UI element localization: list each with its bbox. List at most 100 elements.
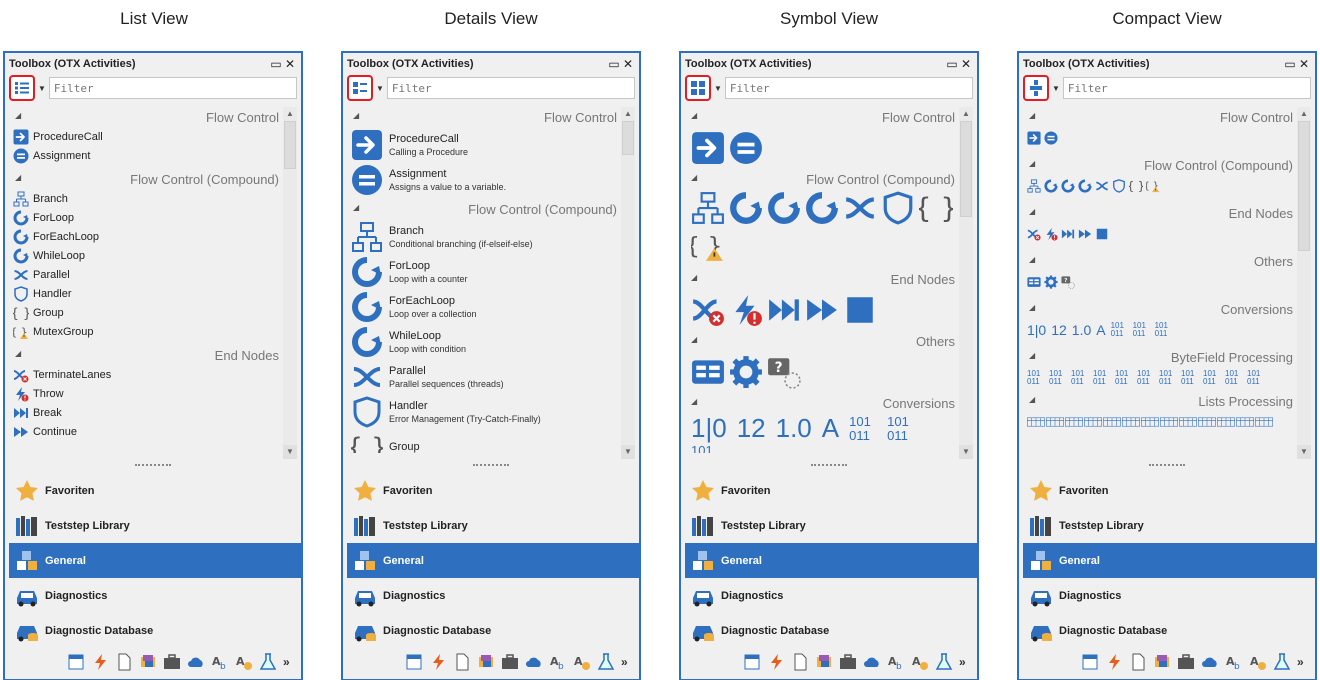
nav-item-diagnostic-database[interactable]: Diagnostic Database <box>347 613 639 648</box>
nav-item-diagnostics[interactable]: Diagnostics <box>685 578 977 613</box>
list-grid-icon[interactable] <box>1236 417 1254 427</box>
scroll-up-icon[interactable]: ▲ <box>1297 107 1311 121</box>
binary-glyph[interactable]: 101 011 <box>1137 370 1155 386</box>
category-others[interactable]: ◢ Others <box>1019 251 1297 271</box>
nav-item-general[interactable]: General <box>1023 543 1315 578</box>
question-icon[interactable] <box>767 355 801 389</box>
list-grid-icon[interactable] <box>1160 417 1178 427</box>
fast-forward-icon[interactable] <box>805 293 839 327</box>
binary-glyph[interactable]: 101 011 <box>1225 370 1243 386</box>
filter-input[interactable] <box>1062 77 1311 99</box>
binary-glyph[interactable]: 101 011 <box>691 444 721 454</box>
document-icon[interactable] <box>1129 653 1147 671</box>
scrollbar[interactable]: ▲ ▼ <box>959 107 973 459</box>
binary-glyph[interactable]: 101 011 <box>1115 370 1133 386</box>
toolbox-icon[interactable] <box>501 653 519 671</box>
view-dropdown-icon[interactable]: ▼ <box>714 84 722 93</box>
binary-glyph[interactable]: 101 011 <box>1247 370 1265 386</box>
splitter-grip[interactable] <box>135 464 171 468</box>
binary-glyph[interactable]: 101 011 <box>1181 370 1199 386</box>
list-view-toggle-button[interactable] <box>9 75 35 101</box>
loop-icon[interactable] <box>767 191 801 225</box>
scrollbar[interactable]: ▲ ▼ <box>1297 107 1311 459</box>
list-grid-icon[interactable] <box>1046 417 1064 427</box>
scroll-up-icon[interactable]: ▲ <box>621 107 635 121</box>
braces-warning-icon[interactable] <box>691 229 725 263</box>
details-view-toggle-button[interactable] <box>347 75 373 101</box>
terminate-icon[interactable] <box>691 293 725 327</box>
to-integer-glyph[interactable]: 1|0 <box>691 413 727 444</box>
to-integer-glyph[interactable]: 1|0 <box>1027 322 1046 338</box>
package-icon[interactable] <box>815 653 833 671</box>
list-item-break[interactable]: Break <box>5 403 283 422</box>
collapse-icon[interactable]: ◢ <box>353 203 359 212</box>
close-icon[interactable]: ✕ <box>621 57 635 71</box>
text-coin-icon[interactable] <box>235 653 253 671</box>
list-grid-icon[interactable] <box>1217 417 1235 427</box>
list-item-handler[interactable]: Handler <box>5 284 283 303</box>
document-icon[interactable] <box>115 653 133 671</box>
category-bytefield-processing[interactable]: ◢ ByteField Processing <box>1019 347 1297 367</box>
to-float-glyph[interactable]: 1.0 <box>1072 322 1091 338</box>
collapse-icon[interactable]: ◢ <box>1029 303 1035 312</box>
question-icon[interactable] <box>1061 275 1075 289</box>
nav-item-favoriten[interactable]: Favoriten <box>9 473 301 508</box>
collapse-icon[interactable]: ◢ <box>691 111 697 120</box>
binary-glyph[interactable]: 101 011 <box>1049 370 1067 386</box>
category-conversions[interactable]: ◢ Conversions <box>1019 299 1297 319</box>
maximize-icon[interactable]: ▭ <box>269 57 283 71</box>
nav-item-favoriten[interactable]: Favoriten <box>1023 473 1315 508</box>
list-grid-icon[interactable] <box>1141 417 1159 427</box>
list-grid-icon[interactable] <box>1103 417 1121 427</box>
loop-icon[interactable] <box>1044 179 1058 193</box>
nav-item-teststep-library[interactable]: Teststep Library <box>685 508 977 543</box>
view-dropdown-icon[interactable]: ▼ <box>38 84 46 93</box>
binary-glyph[interactable]: 101 011 <box>1159 370 1177 386</box>
collapse-icon[interactable]: ◢ <box>1029 395 1035 404</box>
list-item-mutexgroup[interactable]: MutexGroup <box>5 322 283 341</box>
to-string-glyph[interactable]: A <box>1096 322 1105 338</box>
window-icon[interactable] <box>405 653 423 671</box>
arrow-icon[interactable] <box>691 131 725 165</box>
binary-glyph[interactable]: 101 011 <box>887 414 917 443</box>
lightning-icon[interactable] <box>1105 653 1123 671</box>
scroll-thumb[interactable] <box>622 121 634 155</box>
branch-icon[interactable] <box>1027 179 1041 193</box>
window-icon[interactable] <box>67 653 85 671</box>
category-lists-processing[interactable]: ◢ Lists Processing <box>1019 391 1297 411</box>
category-flow-control[interactable]: ◢ Flow Control <box>1019 107 1297 127</box>
loop-icon[interactable] <box>1061 179 1075 193</box>
category-flow-control[interactable]: ◢ Flow Control <box>5 107 283 127</box>
splitter-grip[interactable] <box>1149 464 1185 468</box>
to-number-glyph[interactable]: 12 <box>1051 322 1067 338</box>
collapse-icon[interactable]: ◢ <box>15 173 21 182</box>
binary-glyph[interactable]: 101 011 <box>1155 322 1173 338</box>
scroll-up-icon[interactable]: ▲ <box>959 107 973 121</box>
maximize-icon[interactable]: ▭ <box>1283 57 1297 71</box>
loop-icon[interactable] <box>805 191 839 225</box>
lightning-icon[interactable] <box>767 653 785 671</box>
nav-item-diagnostic-database[interactable]: Diagnostic Database <box>9 613 301 648</box>
view-dropdown-icon[interactable]: ▼ <box>376 84 384 93</box>
close-icon[interactable]: ✕ <box>283 57 297 71</box>
braces-warning-icon[interactable] <box>1146 179 1160 193</box>
more-icon[interactable]: » <box>283 655 293 669</box>
gear-icon[interactable] <box>1044 275 1058 289</box>
collapse-icon[interactable]: ◢ <box>691 397 697 406</box>
braces-icon[interactable] <box>1129 179 1143 193</box>
gear-icon[interactable] <box>729 355 763 389</box>
collapse-icon[interactable]: ◢ <box>1029 207 1035 216</box>
compact-view-toggle-button[interactable] <box>1023 75 1049 101</box>
list-grid-icon[interactable] <box>1065 417 1083 427</box>
scroll-thumb[interactable] <box>284 121 296 169</box>
list-item-assignment[interactable]: Assignment <box>5 146 283 165</box>
text-icon[interactable] <box>887 653 905 671</box>
category-flow-control[interactable]: ◢ Flow Control <box>343 107 621 127</box>
lightning-icon[interactable] <box>91 653 109 671</box>
equals-icon[interactable] <box>1044 131 1058 145</box>
scrollbar[interactable]: ▲ ▼ <box>283 107 297 459</box>
list-item-foreachloop[interactable]: ForEachLoop <box>5 227 283 246</box>
list-item-terminatelanes[interactable]: TerminateLanes <box>5 365 283 384</box>
view-dropdown-icon[interactable]: ▼ <box>1052 84 1060 93</box>
binary-glyph[interactable]: 101 011 <box>1071 370 1089 386</box>
